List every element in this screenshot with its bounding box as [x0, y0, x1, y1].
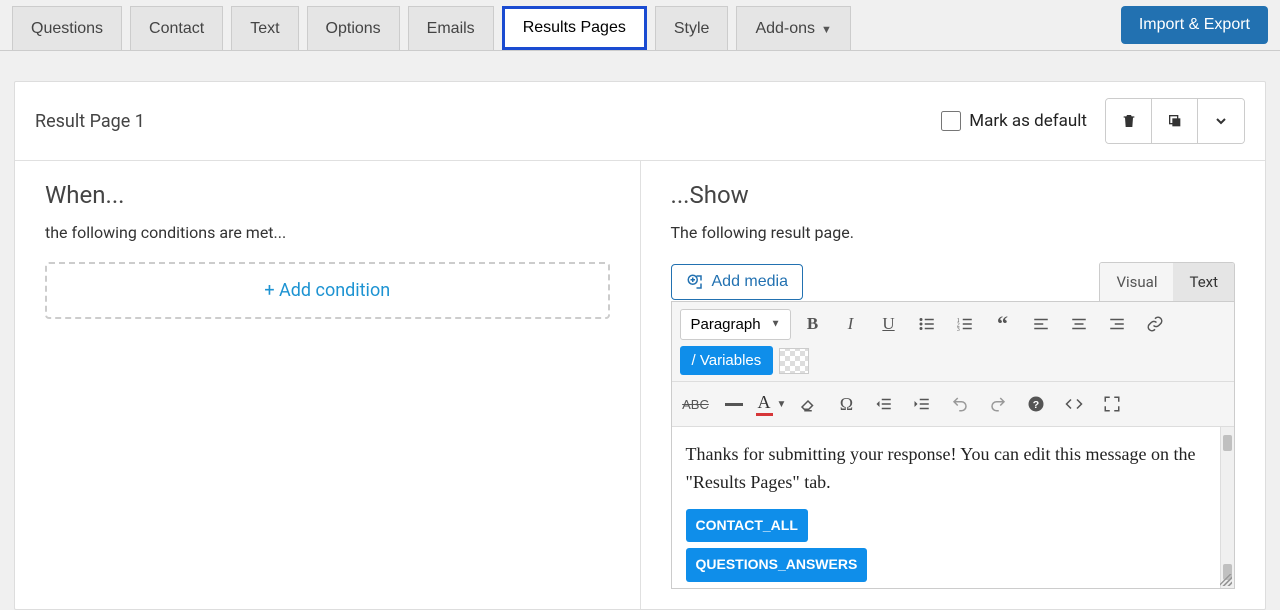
align-left-button[interactable]	[1025, 308, 1057, 340]
add-media-label: Add media	[712, 273, 789, 291]
editor-tab-visual[interactable]: Visual	[1100, 263, 1173, 301]
tab-results-pages[interactable]: Results Pages	[502, 6, 647, 50]
outdent-icon	[875, 395, 893, 413]
tab-style[interactable]: Style	[655, 6, 729, 50]
media-icon	[686, 273, 704, 291]
link-icon	[1146, 315, 1164, 333]
chevron-down-icon	[1213, 113, 1229, 129]
align-center-icon	[1070, 315, 1088, 333]
toolbar-row-2: ABC A▼ Ω ?	[672, 382, 1235, 427]
add-media-button[interactable]: Add media	[671, 264, 804, 300]
strike-button[interactable]: ABC	[680, 388, 712, 420]
variables-button[interactable]: / Variables	[680, 346, 774, 375]
list-ol-icon: 123	[956, 315, 974, 333]
svg-text:3: 3	[956, 327, 959, 333]
link-button[interactable]	[1139, 308, 1171, 340]
main-tabs: Questions Contact Text Options Emails Re…	[12, 6, 1121, 50]
tab-add-ons[interactable]: Add-ons ▼	[736, 6, 850, 50]
clear-format-button[interactable]	[792, 388, 824, 420]
color-swatch[interactable]	[779, 348, 809, 374]
mark-default-toggle[interactable]: Mark as default	[941, 111, 1087, 131]
help-button[interactable]: ?	[1020, 388, 1052, 420]
omega-icon: Ω	[840, 394, 853, 415]
redo-icon	[989, 395, 1007, 413]
delete-button[interactable]	[1106, 99, 1152, 143]
caret-down-icon: ▼	[821, 24, 832, 36]
quote-button[interactable]: “	[987, 308, 1019, 340]
rich-editor: Paragraph B I U 123 “ / Variables	[671, 301, 1236, 589]
caret-down-icon: ▼	[777, 399, 787, 410]
ul-button[interactable]	[911, 308, 943, 340]
format-select[interactable]: Paragraph	[680, 309, 791, 340]
tab-options[interactable]: Options	[307, 6, 400, 50]
indent-icon	[913, 395, 931, 413]
indent-button[interactable]	[906, 388, 938, 420]
bold-icon: B	[807, 314, 818, 334]
underline-icon: U	[882, 314, 894, 334]
tab-contact[interactable]: Contact	[130, 6, 223, 50]
code-button[interactable]	[1058, 388, 1090, 420]
toolbar-row-1: Paragraph B I U 123 “ / Variables	[672, 302, 1235, 382]
trash-icon	[1121, 113, 1137, 129]
eraser-icon	[799, 395, 817, 413]
import-export-button[interactable]: Import & Export	[1121, 6, 1268, 44]
duplicate-button[interactable]	[1152, 99, 1198, 143]
hr-button[interactable]	[718, 388, 750, 420]
editor-mode-tabs: Visual Text	[1099, 262, 1235, 301]
text-color-icon: A	[756, 392, 773, 416]
when-panel: When... the following conditions are met…	[15, 161, 641, 609]
when-subtitle: the following conditions are met...	[45, 223, 610, 242]
fullscreen-icon	[1103, 395, 1121, 413]
mark-default-label: Mark as default	[969, 111, 1087, 131]
special-char-button[interactable]: Ω	[830, 388, 862, 420]
help-icon: ?	[1027, 395, 1045, 413]
show-panel: ...Show The following result page. Add m…	[641, 161, 1266, 609]
fullscreen-button[interactable]	[1096, 388, 1128, 420]
when-heading: When...	[45, 181, 610, 209]
redo-button[interactable]	[982, 388, 1014, 420]
mark-default-checkbox[interactable]	[941, 111, 961, 131]
underline-button[interactable]: U	[873, 308, 905, 340]
result-page-card: Result Page 1 Mark as default When... th…	[14, 81, 1266, 610]
add-condition-button[interactable]: + Add condition	[45, 262, 610, 319]
editor-tab-text[interactable]: Text	[1173, 263, 1234, 301]
editor-body-text: Thanks for submitting your response! You…	[686, 441, 1221, 497]
strike-icon: ABC	[682, 397, 709, 412]
list-ul-icon	[918, 315, 936, 333]
scrollbar[interactable]	[1220, 427, 1234, 588]
undo-button[interactable]	[944, 388, 976, 420]
copy-icon	[1167, 113, 1183, 129]
bold-button[interactable]: B	[797, 308, 829, 340]
resize-handle[interactable]	[1220, 574, 1232, 586]
align-right-icon	[1108, 315, 1126, 333]
tab-emails[interactable]: Emails	[408, 6, 494, 50]
quote-icon: “	[997, 311, 1008, 337]
collapse-toggle[interactable]	[1198, 99, 1244, 143]
tab-add-ons-label: Add-ons	[755, 20, 815, 37]
italic-button[interactable]: I	[835, 308, 867, 340]
result-page-title: Result Page 1	[35, 111, 941, 132]
undo-icon	[951, 395, 969, 413]
tab-text[interactable]: Text	[231, 6, 298, 50]
text-color-button[interactable]: A▼	[756, 392, 787, 416]
scroll-up-icon	[1223, 435, 1232, 451]
align-left-icon	[1032, 315, 1050, 333]
italic-icon: I	[848, 314, 854, 334]
show-subtitle: The following result page.	[671, 223, 1236, 242]
outdent-button[interactable]	[868, 388, 900, 420]
ol-button[interactable]: 123	[949, 308, 981, 340]
tab-questions[interactable]: Questions	[12, 6, 122, 50]
align-right-button[interactable]	[1101, 308, 1133, 340]
editor-content[interactable]: Thanks for submitting your response! You…	[672, 427, 1235, 588]
svg-text:?: ?	[1033, 399, 1039, 411]
show-heading: ...Show	[671, 181, 1236, 209]
code-icon	[1065, 395, 1083, 413]
align-center-button[interactable]	[1063, 308, 1095, 340]
result-page-actions	[1105, 98, 1245, 144]
variable-chip[interactable]: QUESTIONS_ANSWERS	[686, 548, 868, 582]
hr-icon	[725, 403, 743, 406]
variable-chip[interactable]: CONTACT_ALL	[686, 509, 808, 543]
